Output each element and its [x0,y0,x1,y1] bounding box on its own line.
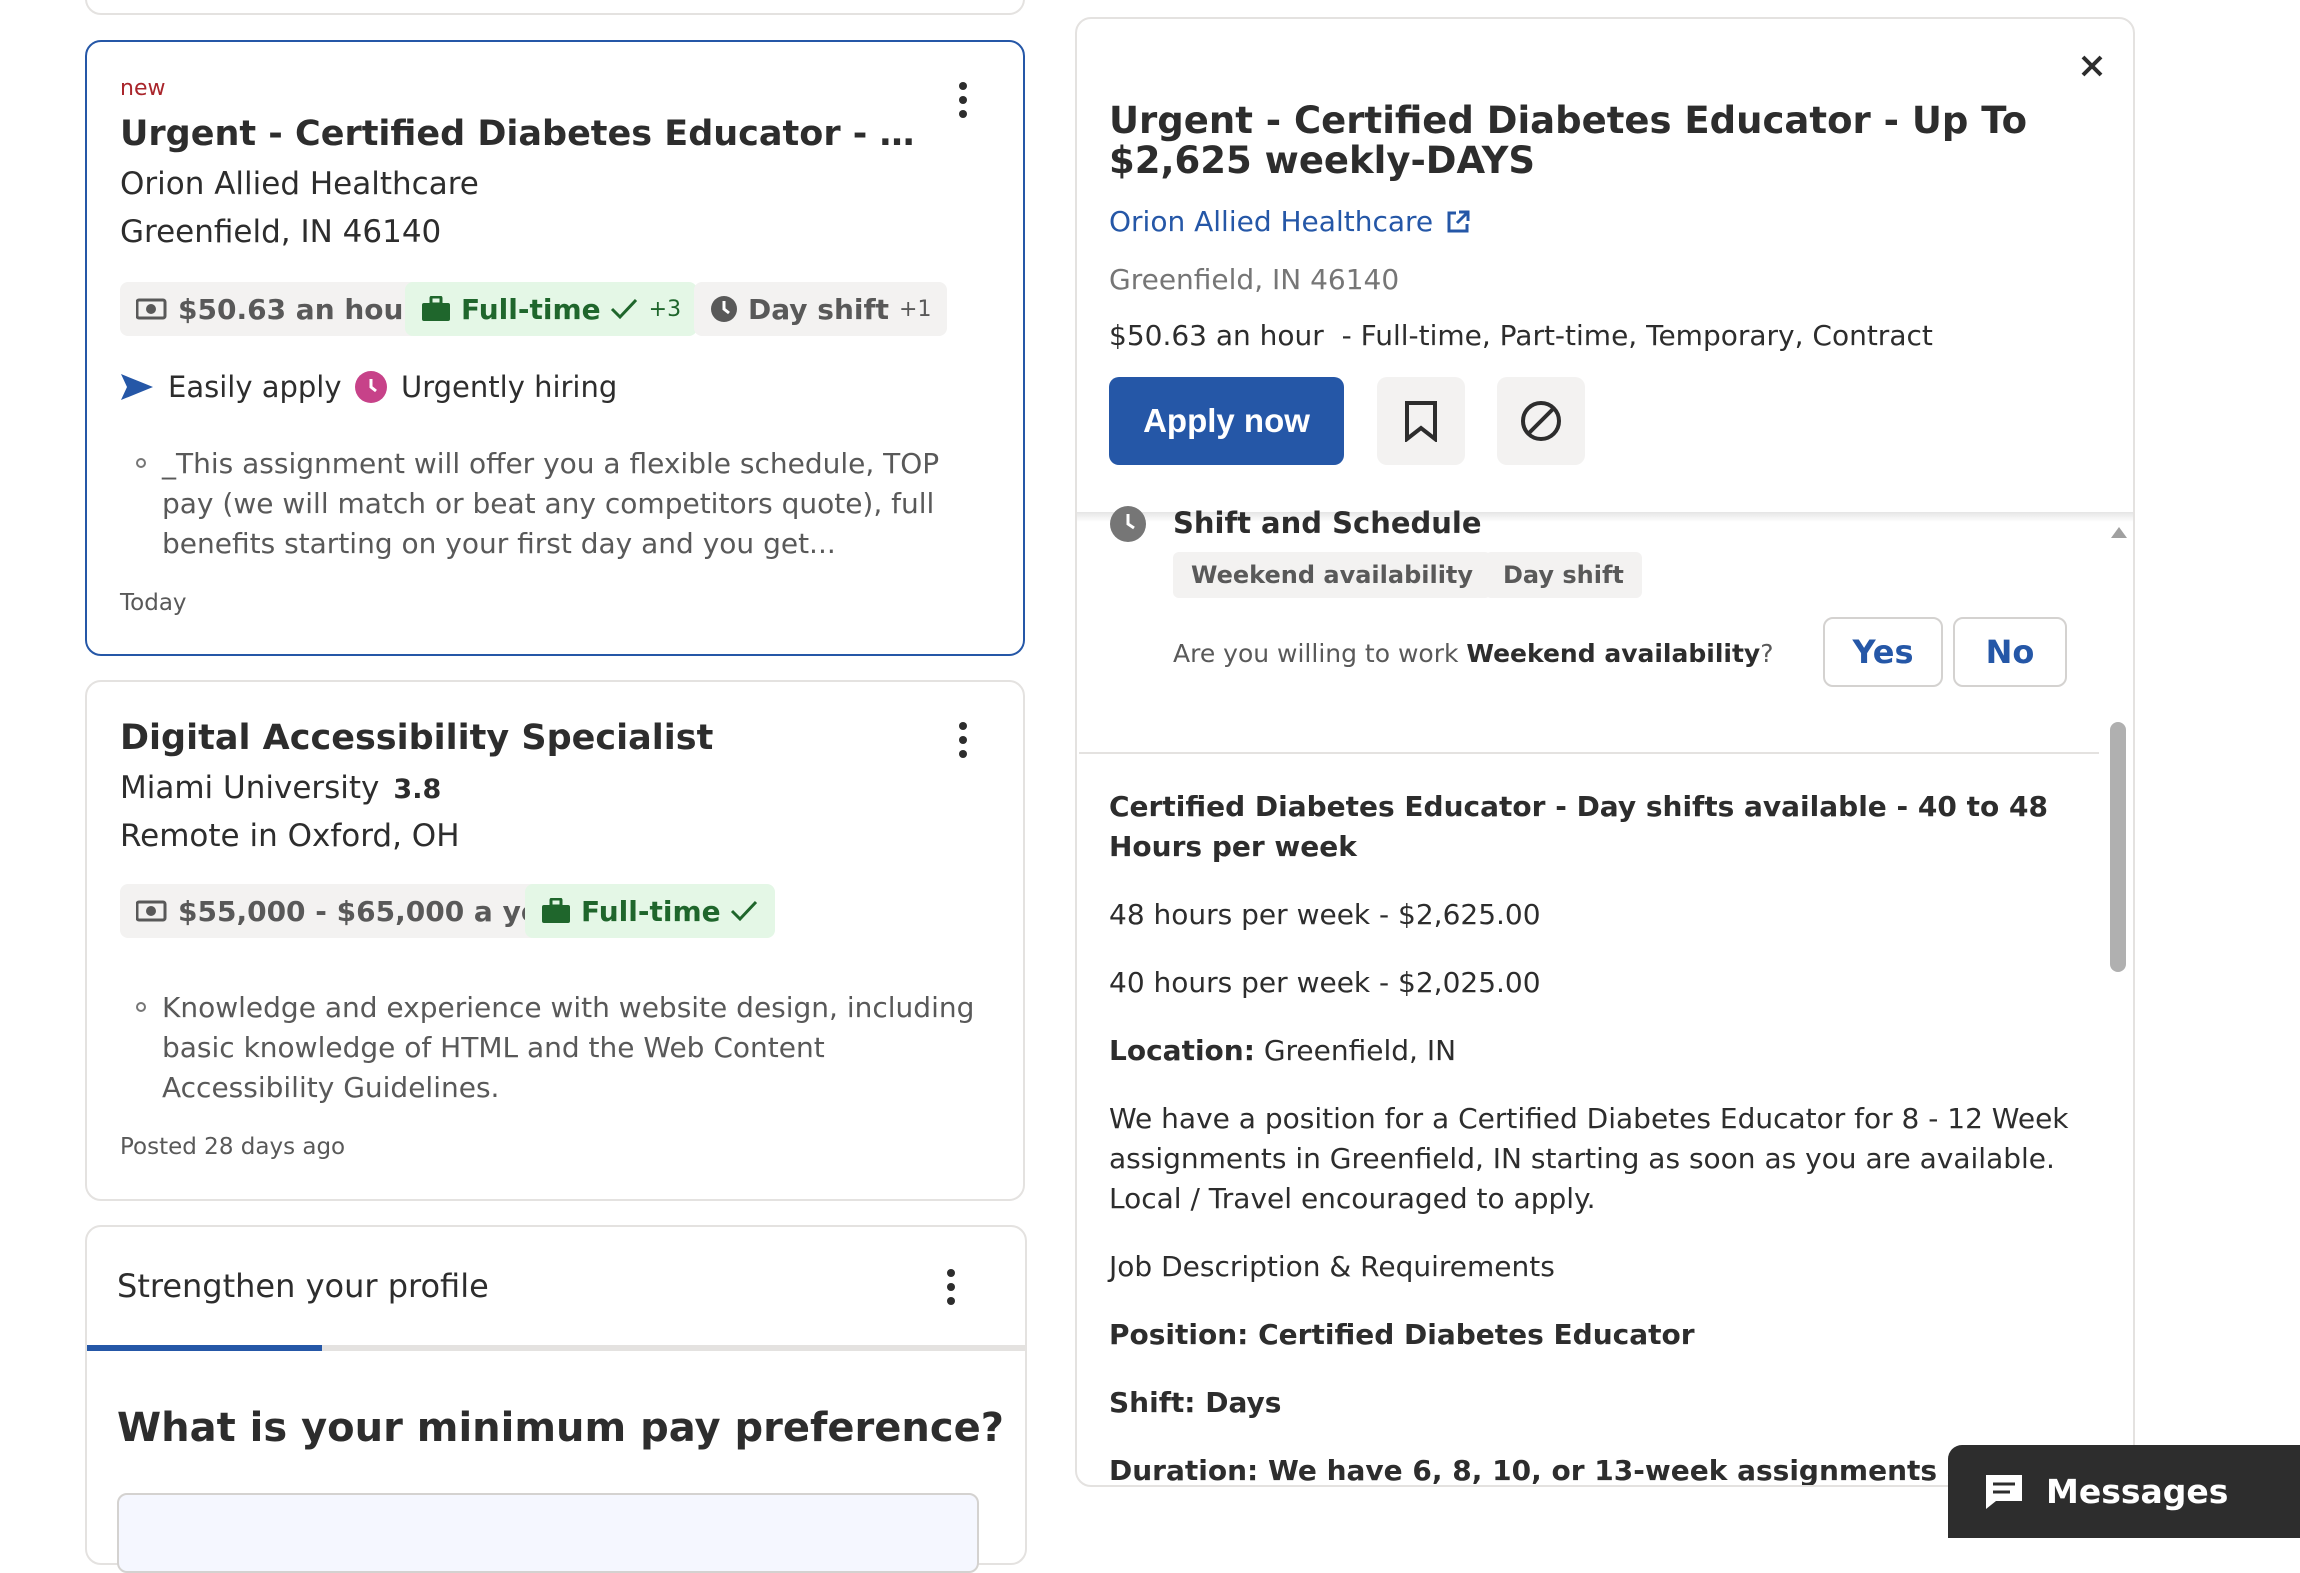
not-interested-button[interactable] [1497,377,1585,465]
briefcase-icon [422,296,450,321]
detail-job-title: Urgent - Certified Diabetes Educator - U… [1109,99,2028,182]
job-date: Posted 28 days ago [120,1134,346,1160]
description-shift: Shift: Days [1109,1386,1282,1419]
urgently-hiring-text: Urgently hiring [401,370,618,404]
profile-card: Strengthen your profile What is your min… [85,1225,1027,1573]
job-type-extra: +3 [648,296,682,322]
description-position: Position: Certified Diabetes Educator [1109,1318,1695,1351]
description-heading: Certified Diabetes Educator - Day shifts… [1109,790,2048,863]
job-type-text: Full-time [461,292,601,326]
job-snippet: Knowledge and experience with website de… [136,988,982,1108]
kebab-icon[interactable] [957,722,969,758]
shift-text: Day shift [748,292,890,326]
company-name: Orion Allied Healthcare [120,166,479,202]
job-type-text: Full-time [581,894,721,928]
no-button[interactable]: No [1953,617,2067,687]
external-link-icon [1447,210,1470,232]
money-icon [136,298,167,320]
scroll-up-arrow-icon[interactable] [2110,525,2128,539]
save-job-button[interactable] [1377,377,1465,465]
easily-apply: Easily apply [120,370,342,404]
description-requirements: Job Description & Requirements [1109,1250,1555,1283]
scrollbar-thumb[interactable] [2110,722,2126,972]
job-location: Greenfield, IN 46140 [120,214,442,250]
job-location: Remote in Oxford, OH [120,818,460,854]
briefcase-icon [542,898,570,923]
check-icon [730,900,757,922]
detail-company-link[interactable]: Orion Allied Healthcare [1109,205,1471,238]
kebab-icon[interactable] [945,1269,957,1305]
description-location: Location: Greenfield, IN [1109,1034,1457,1067]
bookmark-icon [1405,401,1437,442]
easily-apply-text: Easily apply [168,370,342,404]
close-icon[interactable] [2079,53,2105,79]
messages-button[interactable]: Messages [1948,1445,2300,1538]
clock-icon [711,296,737,322]
new-label: new [120,76,166,101]
job-detail-panel: Urgent - Certified Diabetes Educator - U… [1075,17,2135,1487]
job-title[interactable]: Digital Accessibility Specialist [120,718,940,758]
check-icon [610,298,637,320]
pay-chip: $50.63 an hour [120,282,434,336]
schedule-question: Are you willing to work Weekend availabi… [1173,639,1774,668]
chat-icon [1986,1474,2022,1509]
schedule-chip-weekend: Weekend availability [1173,552,1492,598]
job-card[interactable]: Digital Accessibility Specialist Miami U… [85,680,1025,1201]
shift-chip: Day shift +1 [694,282,948,336]
profile-question: What is your minimum pay preference? [117,1405,1004,1451]
send-icon [121,374,153,400]
section-divider [1079,752,2099,754]
schedule-clock-icon [1110,506,1146,542]
job-snippet: _This assignment will offer you a flexib… [136,444,962,564]
money-icon [136,900,167,922]
detail-location: Greenfield, IN 46140 [1109,263,1400,296]
not-interested-icon [1521,401,1561,441]
company-rating: 3.8 [393,774,442,805]
description-paragraph: We have a position for a Certified Diabe… [1109,1102,2069,1215]
apply-now-button[interactable]: Apply now [1109,377,1344,465]
schedule-chip-day-shift: Day shift [1485,552,1642,598]
job-title[interactable]: Urgent - Certified Diabetes Educator - U… [120,114,940,154]
company-name: Miami University 3.8 [120,770,442,806]
job-type-chip: Full-time [525,884,775,938]
job-date: Today [120,590,187,616]
pay-chip: $55,000 - $65,000 a year [120,884,589,938]
pay-text: $55,000 - $65,000 a year [178,894,573,928]
description-line-48h: 48 hours per week - $2,625.00 [1109,898,1541,931]
shift-extra: +1 [899,296,932,322]
urgent-clock-icon [355,371,387,403]
profile-card-header: Strengthen your profile [117,1267,489,1305]
profile-progress-fill [87,1345,322,1351]
previous-job-card[interactable] [85,0,1025,15]
yes-button[interactable]: Yes [1823,617,1943,687]
pay-preference-input[interactable] [117,1493,979,1573]
kebab-icon[interactable] [957,82,969,118]
detail-pay-type: $50.63 an hour - Full-time, Part-time, T… [1109,319,1933,352]
urgently-hiring: Urgently hiring [355,370,617,404]
job-type-chip: Full-time +3 [405,282,698,336]
pay-text: $50.63 an hour [178,292,418,326]
job-card-selected[interactable]: new Urgent - Certified Diabetes Educator… [85,40,1025,656]
description-line-40h: 40 hours per week - $2,025.00 [1109,966,1541,999]
section-title: Shift and Schedule [1173,506,1482,540]
